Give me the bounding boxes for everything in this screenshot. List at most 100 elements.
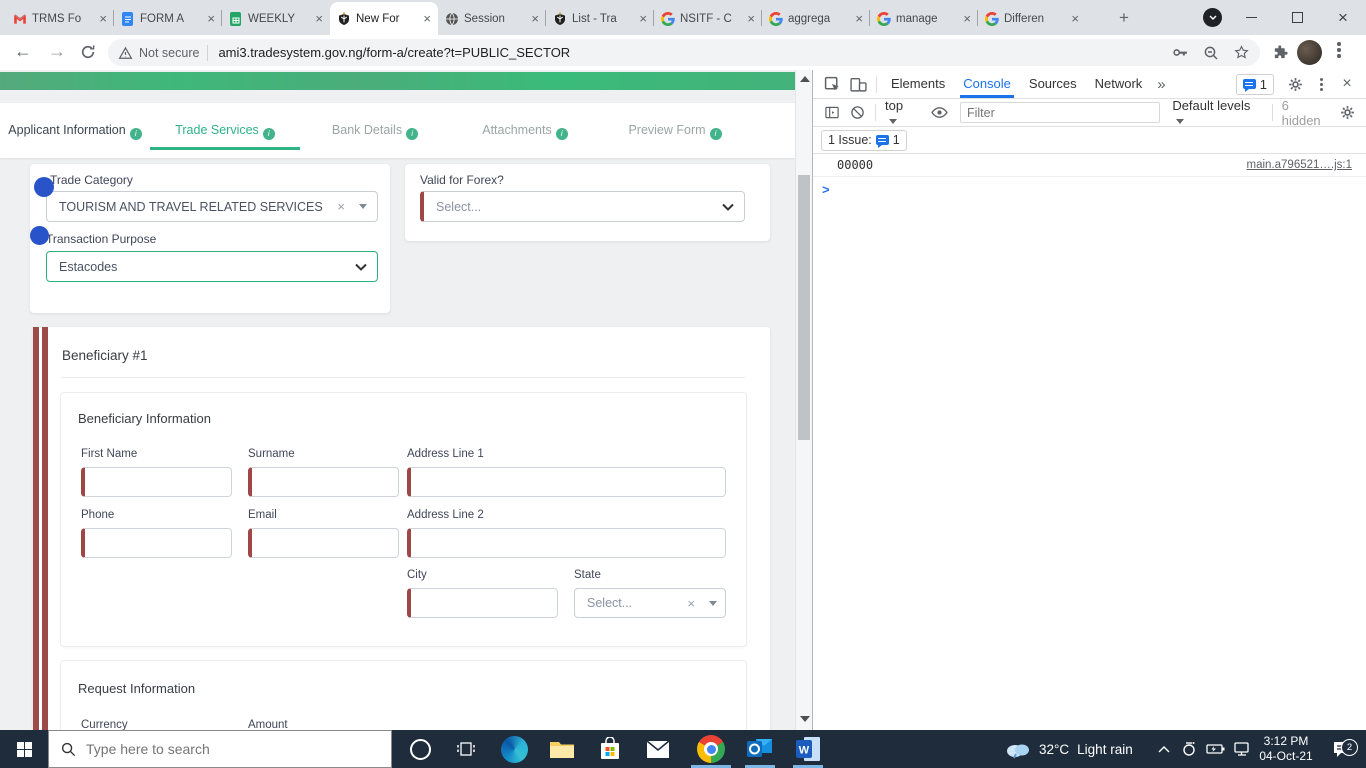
tray-expand-button[interactable]	[1152, 730, 1176, 768]
eye-icon[interactable]	[926, 106, 952, 119]
tab-close-icon[interactable]: ×	[99, 12, 107, 25]
browser-menu-icon[interactable]	[1337, 42, 1341, 58]
more-tabs-icon[interactable]: »	[1151, 76, 1171, 93]
browser-tab-nsitf[interactable]: NSITF - C ×	[653, 2, 762, 35]
address2-field[interactable]	[407, 528, 726, 558]
phone-field[interactable]	[81, 528, 232, 558]
tab-close-icon[interactable]: ×	[639, 12, 647, 25]
scrollbar-thumb[interactable]	[798, 175, 810, 440]
browser-tab-manage[interactable]: manage ×	[869, 2, 978, 35]
scroll-up-arrow[interactable]	[800, 76, 810, 82]
security-label[interactable]: Not secure	[139, 46, 199, 60]
console-sidebar-icon[interactable]	[819, 105, 845, 120]
state-select[interactable]: Select... ×	[574, 588, 726, 618]
browser-tab-form-a[interactable]: FORM A ×	[113, 2, 222, 35]
city-field[interactable]	[407, 588, 558, 618]
tab-close-icon[interactable]: ×	[963, 12, 971, 25]
outlook-button[interactable]	[738, 730, 782, 768]
tab-close-icon[interactable]: ×	[531, 12, 539, 25]
dropdown-caret-icon[interactable]	[709, 600, 717, 606]
devtools-close-icon[interactable]: ×	[1334, 75, 1360, 93]
devtools-tab-sources[interactable]: Sources	[1020, 70, 1086, 98]
reload-icon[interactable]	[80, 44, 96, 65]
omnibox[interactable]: Not secure ami3.tradesystem.gov.ng/form-…	[108, 39, 1260, 66]
browser-tab-session[interactable]: Session ×	[438, 2, 546, 35]
browser-tab-trms[interactable]: TRMS Fo ×	[6, 2, 114, 35]
mail-button[interactable]	[636, 730, 680, 768]
start-button[interactable]	[0, 730, 48, 768]
context-selector[interactable]: top	[881, 98, 919, 128]
valid-forex-select[interactable]: Select...	[420, 191, 745, 222]
tab-attachments[interactable]: Attachments i	[450, 123, 600, 140]
transaction-purpose-select[interactable]: Estacodes	[46, 251, 378, 282]
page-scrollbar[interactable]	[795, 70, 812, 730]
address1-field[interactable]	[407, 467, 726, 497]
log-levels-selector[interactable]: Default levels	[1166, 98, 1266, 128]
task-view-button[interactable]	[444, 730, 488, 768]
devtools-tab-elements[interactable]: Elements	[882, 70, 954, 98]
taskbar-search[interactable]	[48, 730, 392, 768]
forward-icon[interactable]: →	[48, 41, 66, 62]
browser-tab-weekly[interactable]: WEEKLY ×	[221, 2, 330, 35]
zoom-out-icon[interactable]	[1203, 45, 1219, 61]
tab-applicant-information[interactable]: Applicant Information i	[0, 123, 150, 140]
browser-tab-list[interactable]: List - Tra ×	[545, 2, 654, 35]
weather-widget[interactable]: 32°C Light rain	[1005, 730, 1155, 768]
devtools-menu-icon[interactable]	[1308, 77, 1334, 91]
profile-avatar[interactable]	[1297, 40, 1322, 65]
action-center-button[interactable]: 2	[1324, 730, 1360, 768]
microsoft-store-button[interactable]	[588, 730, 632, 768]
cortana-button[interactable]	[398, 730, 442, 768]
surname-field[interactable]	[248, 467, 399, 497]
back-icon[interactable]: ←	[14, 41, 32, 62]
window-close-button[interactable]: ×	[1320, 0, 1366, 35]
browser-tab-aggregate[interactable]: aggrega ×	[761, 2, 870, 35]
edge-button[interactable]	[492, 730, 536, 768]
inspect-element-icon[interactable]	[819, 76, 845, 93]
console-prompt-chevron[interactable]: >	[813, 177, 1366, 197]
ime-indicator[interactable]	[1176, 730, 1202, 768]
clear-icon[interactable]: ×	[337, 199, 345, 214]
tab-preview-form[interactable]: Preview Form i	[600, 123, 750, 140]
taskbar-search-input[interactable]	[84, 740, 338, 758]
chrome-button[interactable]	[688, 730, 734, 768]
devtools-settings-gear-icon[interactable]	[1282, 77, 1308, 92]
tab-close-icon[interactable]: ×	[315, 12, 323, 25]
word-button[interactable]: W	[786, 730, 830, 768]
password-key-icon[interactable]	[1172, 45, 1189, 60]
tab-close-icon[interactable]: ×	[747, 12, 755, 25]
issues-pill[interactable]: 1 Issue: 1	[821, 129, 907, 151]
battery-indicator[interactable]	[1202, 730, 1230, 768]
scroll-down-arrow[interactable]	[800, 716, 810, 722]
trade-category-select[interactable]: TOURISM AND TRAVEL RELATED SERVICES ×	[46, 191, 378, 222]
console-filter-input[interactable]	[959, 102, 1161, 123]
tab-search-button[interactable]	[1203, 8, 1222, 27]
tab-bank-details[interactable]: Bank Details i	[300, 123, 450, 140]
console-settings-gear-icon[interactable]	[1335, 105, 1361, 120]
new-tab-button[interactable]: +	[1112, 7, 1136, 31]
browser-tab-new-form-active[interactable]: New For ×	[330, 2, 438, 35]
window-maximize-button[interactable]	[1274, 0, 1320, 35]
file-explorer-button[interactable]	[540, 730, 584, 768]
clear-icon[interactable]: ×	[687, 596, 695, 611]
tab-close-icon[interactable]: ×	[1071, 12, 1079, 25]
browser-tab-difference[interactable]: Differen ×	[977, 2, 1086, 35]
extensions-puzzle-icon[interactable]	[1272, 44, 1289, 66]
bookmark-star-icon[interactable]	[1233, 44, 1250, 61]
log-source-link[interactable]: main.a796521….js:1	[1247, 159, 1352, 171]
issues-badge[interactable]: 1	[1235, 73, 1274, 95]
url-text[interactable]: ami3.tradesystem.gov.ng/form-a/create?t=…	[218, 45, 1158, 60]
first-name-field[interactable]	[81, 467, 232, 497]
tab-close-icon[interactable]: ×	[423, 12, 431, 25]
tab-close-icon[interactable]: ×	[207, 12, 215, 25]
tab-close-icon[interactable]: ×	[855, 12, 863, 25]
tab-trade-services[interactable]: Trade Services i	[150, 123, 300, 140]
dropdown-caret-icon[interactable]	[359, 204, 367, 209]
devtools-tab-console[interactable]: Console	[954, 70, 1020, 98]
clear-console-icon[interactable]	[845, 105, 871, 120]
devtools-tab-network[interactable]: Network	[1086, 70, 1152, 98]
device-toolbar-icon[interactable]	[845, 76, 871, 93]
email-field[interactable]	[248, 528, 399, 558]
window-minimize-button[interactable]	[1228, 0, 1274, 35]
taskbar-clock[interactable]: 3:12 PM 04-Oct-21	[1252, 730, 1320, 768]
